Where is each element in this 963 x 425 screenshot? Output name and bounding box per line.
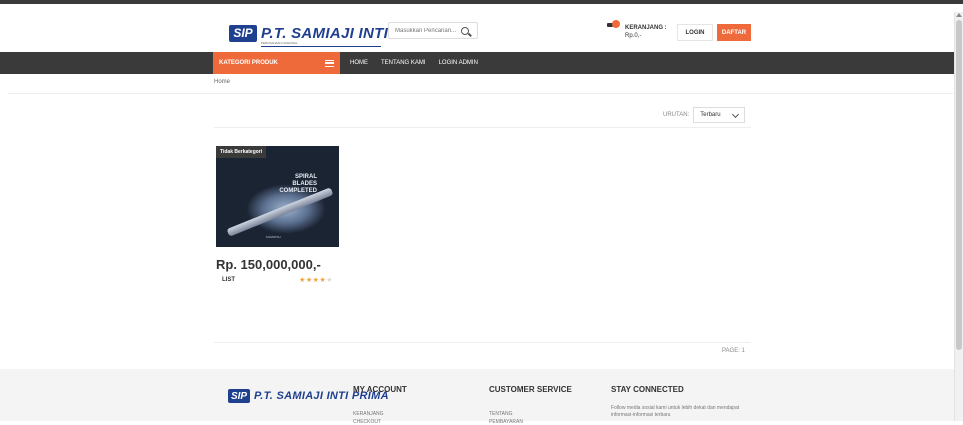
footer-link-checkout[interactable]: CHECKOUT xyxy=(353,419,407,425)
nav-link-home[interactable]: HOME xyxy=(350,60,368,66)
product-meta: LIST ★★★★★ xyxy=(216,276,339,284)
register-button[interactable]: DAFTAR xyxy=(717,24,751,41)
logo-underline xyxy=(261,46,381,47)
divider xyxy=(214,127,751,128)
sort-control: URUTAN: Terbaru xyxy=(663,107,746,123)
search-icon[interactable] xyxy=(461,26,469,35)
nav-link-admin-login[interactable]: LOGIN ADMIN xyxy=(439,60,478,66)
nav-links: HOME TENTANG KAMI LOGIN ADMIN xyxy=(350,52,491,74)
product-image-text-line: BLADES xyxy=(292,181,317,187)
login-button[interactable]: LOGIN xyxy=(677,24,713,41)
star-icon: ★ xyxy=(299,277,306,284)
star-icon: ★ xyxy=(326,277,333,284)
rating-stars: ★★★★★ xyxy=(299,276,333,284)
cart-summary[interactable]: KERANJANG : Rp.0,- xyxy=(625,24,667,40)
divider xyxy=(214,342,751,343)
sort-select[interactable]: Terbaru xyxy=(693,107,746,123)
footer-col-my-account: MY ACCOUNT KERANJANG CHECKOUT xyxy=(353,385,407,425)
product-image[interactable]: Tidak Berkategori SPIRAL BLADES COMPLETE… xyxy=(216,146,339,247)
pagination-info: PAGE: 1 xyxy=(722,348,745,354)
footer-link-cart[interactable]: KERANJANG xyxy=(353,411,407,417)
scrollbar-thumb[interactable] xyxy=(956,20,962,350)
main-navbar: KATEGORI PRODUK HOME TENTANG KAMI LOGIN … xyxy=(0,52,954,74)
breadcrumb[interactable]: Home xyxy=(214,79,230,85)
category-menu-button[interactable]: KATEGORI PRODUK xyxy=(213,52,340,74)
product-image-brand: KOMATSU xyxy=(266,235,281,239)
product-image-text: SPIRAL BLADES COMPLETED xyxy=(279,174,317,195)
star-icon: ★ xyxy=(305,277,313,284)
category-menu-label: KATEGORI PRODUK xyxy=(219,60,278,66)
footer-col-title: STAY CONNECTED xyxy=(611,385,684,394)
product-list-label: LIST xyxy=(222,277,235,283)
footer-col-title: CUSTOMER SERVICE xyxy=(489,385,572,394)
footer-col-title: MY ACCOUNT xyxy=(353,385,407,394)
category-badge: Tidak Berkategori xyxy=(216,146,267,158)
product-image-text-line: COMPLETED xyxy=(279,188,317,194)
footer-link-about[interactable]: TENTANG xyxy=(489,411,572,417)
hamburger-menu-icon xyxy=(325,59,334,67)
cart-total: Rp.0,- xyxy=(625,33,642,39)
footer-link-payment[interactable]: PEMBAYARAN xyxy=(489,419,572,425)
site-footer: SIP P.T. SAMIAJI INTI PRIMA MY ACCOUNT K… xyxy=(0,369,954,425)
search-box xyxy=(388,22,478,39)
sort-label: URUTAN: xyxy=(663,112,690,118)
scroll-up-arrow-icon[interactable] xyxy=(956,13,962,17)
divider xyxy=(8,93,953,94)
logo-mark: SIP xyxy=(229,24,257,42)
nav-link-about[interactable]: TENTANG KAMI xyxy=(381,60,426,66)
window-top-border xyxy=(0,0,963,12)
logo-subtitle: PERUSAHAAN NASIONAL xyxy=(261,41,298,45)
footer-col-customer-service: CUSTOMER SERVICE TENTANG PEMBAYARAN xyxy=(489,385,572,425)
footer-logo-mark: SIP xyxy=(228,389,250,403)
cart-label: KERANJANG : xyxy=(625,25,667,31)
page-scrollbar[interactable] xyxy=(954,12,963,421)
product-card[interactable]: Tidak Berkategori SPIRAL BLADES COMPLETE… xyxy=(216,146,339,284)
product-image-text-line: SPIRAL xyxy=(294,174,317,180)
chevron-down-icon xyxy=(732,110,740,118)
search-input[interactable] xyxy=(389,27,459,34)
footer-col-stay-connected: STAY CONNECTED Follow media sosial kami … xyxy=(611,385,751,419)
footer-stay-connected-text: Follow media sosial kami untuk lebih dek… xyxy=(611,405,740,418)
sort-selected-value: Terbaru xyxy=(700,112,721,118)
product-price[interactable]: Rp. 150,000,000,- xyxy=(216,257,339,272)
cart-badge xyxy=(612,20,620,28)
